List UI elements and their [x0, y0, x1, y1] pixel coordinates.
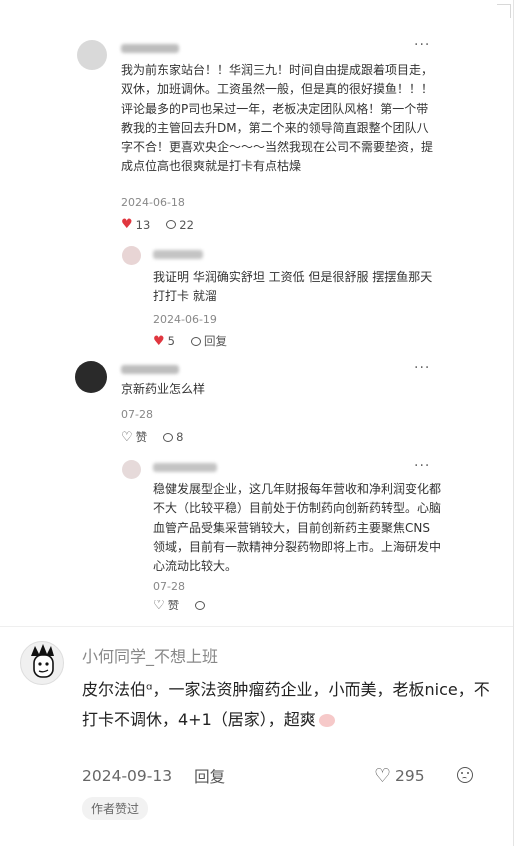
like-label: 赞: [167, 600, 180, 610]
like-button[interactable]: ♡ 赞: [121, 429, 147, 445]
comment-bubble-icon: [166, 220, 177, 229]
author-liked-badge: 作者赞过: [82, 797, 149, 820]
comment-date: 2024-09-13: [82, 767, 173, 785]
like-button[interactable]: ♡ 295: [374, 765, 425, 787]
comment-date: 2024-06-18: [121, 196, 185, 209]
reply-text: 我证明 华润确实舒坦 工资低 但是很舒服 摆摆鱼那天打打卡 就溜: [153, 270, 433, 304]
like-count: 5: [167, 334, 175, 348]
reply-count: 8: [176, 430, 184, 444]
reply-label: 回复: [203, 334, 227, 348]
reply-actions: ♥ 5 回复: [153, 333, 239, 349]
username-blurred: [121, 365, 179, 374]
comment-meta: 2024-09-13 回复: [82, 765, 225, 787]
reply-button[interactable]: 8: [163, 430, 183, 444]
like-count: 13: [135, 217, 151, 232]
reply-button[interactable]: [195, 600, 206, 610]
like-count: 295: [395, 767, 425, 785]
comment-panel: ··· 我为前东家站台！！华润三九！时间自由提成跟着项目走，双休，加班调休。工资…: [0, 0, 514, 846]
more-dots-icon[interactable]: ···: [414, 458, 430, 474]
username-blurred: [153, 463, 217, 472]
username-blurred: [121, 44, 179, 53]
heart-icon: ♡: [374, 765, 392, 787]
reply-actions: ♡ 赞: [153, 600, 217, 610]
comment-text-body: 皮尔法伯ᵅ，一家法资肿瘤药企业，小而美，老板nice，不打卡不调休，4+1（居家…: [82, 680, 490, 729]
pig-emoji-icon: [318, 713, 335, 727]
reply-date: 2024-06-19: [153, 313, 217, 326]
comment-bubble-icon: [190, 336, 201, 346]
comment-date: 07-28: [121, 408, 153, 421]
divider: [0, 626, 513, 627]
avatar[interactable]: [122, 246, 141, 265]
comment-username[interactable]: 小何同学_不想上班: [82, 643, 218, 667]
comment-text: 我为前东家站台！！华润三九！时间自由提成跟着项目走，双休，加班调休。工资虽然一般…: [121, 63, 434, 174]
comment-bubble-icon: [195, 600, 206, 610]
like-button[interactable]: ♡ 赞: [153, 600, 179, 610]
comment-bubble-icon: [163, 432, 174, 442]
heart-icon: ♡: [153, 600, 165, 610]
comment-actions: ♡ 赞 8: [121, 429, 195, 445]
heart-icon: ♡: [121, 429, 133, 445]
more-dots-icon[interactable]: ···: [414, 37, 430, 53]
like-button[interactable]: ♥ 5: [153, 334, 175, 349]
avatar[interactable]: [77, 40, 107, 70]
avatar[interactable]: [20, 641, 64, 685]
reply-text: 稳健发展型企业，这几年财报每年营收和净利润变化都不大（比较平稳）目前处于仿制药向…: [153, 482, 442, 574]
comment-text: 皮尔法伯ᵅ，一家法资肿瘤药企业，小而美，老板nice，不打卡不调休，4+1（居家…: [82, 675, 502, 734]
heart-icon: ♥: [121, 217, 133, 232]
reply-button[interactable]: 回复: [190, 333, 227, 349]
window-corner: [497, 4, 511, 18]
reply-button[interactable]: 回复: [194, 765, 225, 787]
cartoon-avatar-icon: [31, 644, 54, 678]
reply-date: 07-28: [153, 580, 185, 593]
heart-icon: ♥: [153, 333, 165, 349]
username-blurred: [153, 250, 203, 259]
reply-button[interactable]: 22: [166, 218, 194, 232]
comment-text: 京新药业怎么样: [121, 382, 206, 396]
like-button[interactable]: ♥ 13: [121, 217, 150, 232]
avatar[interactable]: [75, 361, 107, 393]
dislike-face-icon[interactable]: [457, 767, 473, 783]
avatar[interactable]: [122, 460, 141, 479]
like-label: 赞: [135, 430, 148, 444]
reply-count: 22: [179, 217, 194, 232]
comment-actions: ♥ 13 22: [121, 217, 206, 232]
more-dots-icon[interactable]: ···: [414, 360, 430, 376]
